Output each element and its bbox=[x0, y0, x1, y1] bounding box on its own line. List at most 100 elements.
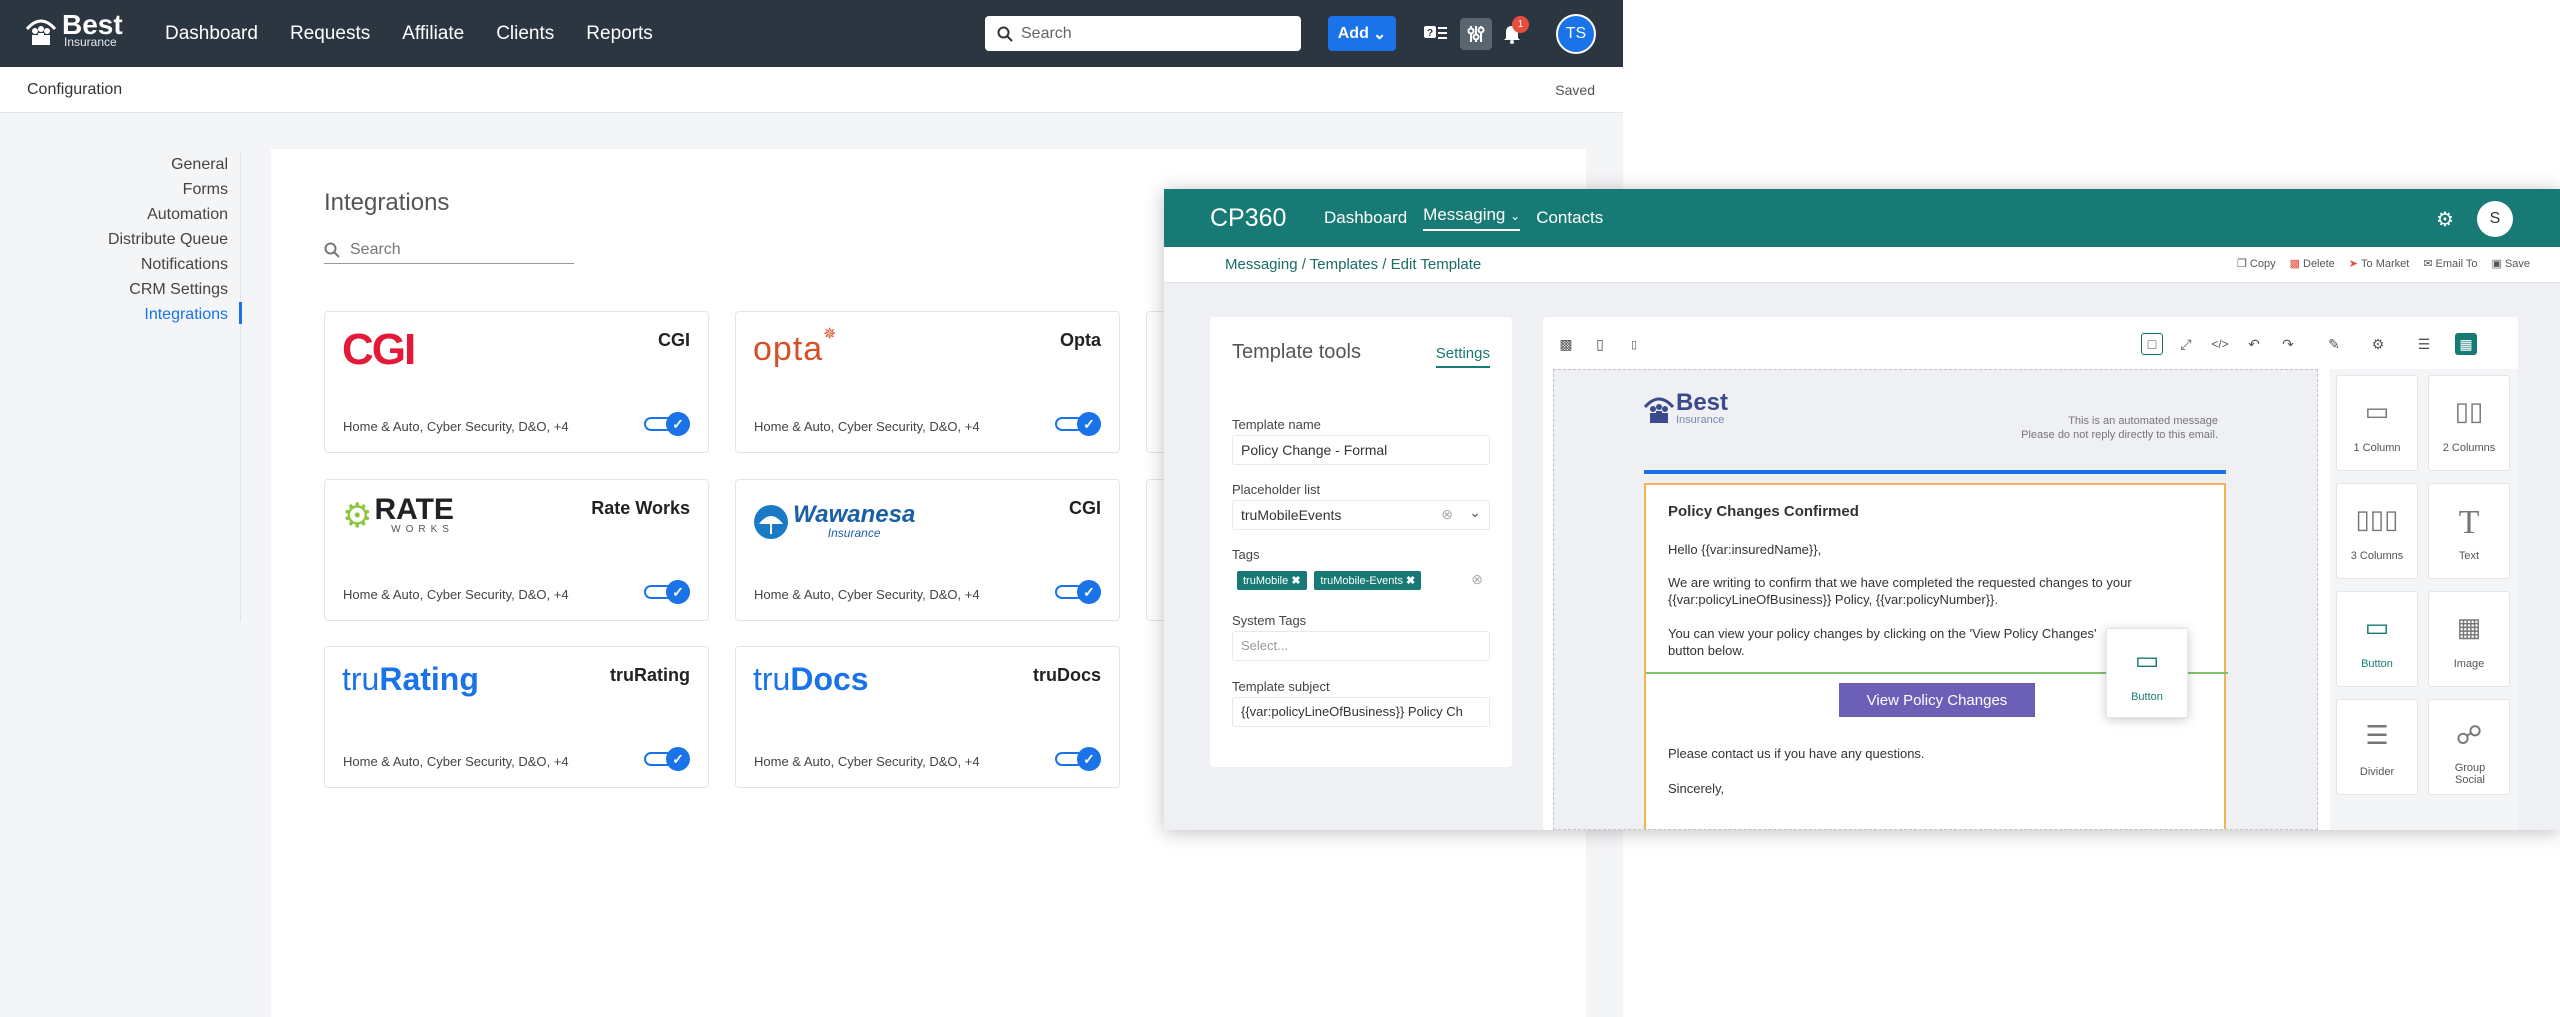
global-search-input[interactable]: Search bbox=[985, 16, 1301, 51]
cp-nav-dashboard[interactable]: Dashboard bbox=[1324, 208, 1407, 228]
sidenav-notifications[interactable]: Notifications bbox=[0, 252, 228, 277]
template-name-field[interactable]: Policy Change - Formal bbox=[1232, 435, 1490, 465]
nav-requests[interactable]: Requests bbox=[290, 23, 370, 45]
border-toggle-icon[interactable]: □ bbox=[2141, 333, 2163, 355]
block-text[interactable]: T Text bbox=[2428, 483, 2510, 579]
cp-nav-contacts[interactable]: Contacts bbox=[1536, 208, 1603, 228]
block-divider[interactable]: ☰ Divider bbox=[2336, 699, 2418, 795]
enable-toggle[interactable]: ✓ bbox=[644, 747, 690, 771]
template-subject-field[interactable]: {{var:policyLineOfBusiness}} Policy Ch bbox=[1232, 697, 1490, 727]
delete-button[interactable]: ▩ Delete bbox=[2290, 257, 2335, 270]
opta-logo: opta ✵ bbox=[753, 326, 836, 369]
fullscreen-icon[interactable]: ⤢ bbox=[2175, 333, 2197, 355]
notification-badge: 1 bbox=[1512, 16, 1529, 33]
desktop-icon[interactable]: ▩ bbox=[1555, 333, 1577, 355]
dragging-button-block[interactable]: ▭ Button bbox=[2106, 628, 2188, 718]
save-button[interactable]: ▣ Save bbox=[2492, 257, 2530, 270]
integration-card-opta[interactable]: opta ✵ Opta Home & Auto, Cyber Security,… bbox=[735, 311, 1120, 453]
close-icon[interactable]: ✖ bbox=[1406, 575, 1415, 587]
tags-field[interactable]: truMobile ✖ truMobile-Events ✖ ⊗ bbox=[1232, 565, 1490, 595]
to-market-button[interactable]: ➤ To Market bbox=[2349, 257, 2410, 270]
email-to-button[interactable]: ✉ Email To bbox=[2423, 257, 2477, 270]
sidenav-automation[interactable]: Automation bbox=[0, 202, 228, 227]
gear-icon[interactable]: ⚙ bbox=[2436, 207, 2454, 232]
block-label: 2 Columns bbox=[2442, 442, 2496, 454]
nav-reports[interactable]: Reports bbox=[586, 23, 653, 45]
close-icon[interactable]: ✖ bbox=[1291, 575, 1300, 587]
brush-icon[interactable]: ✎ bbox=[2323, 333, 2345, 355]
integrations-search-input[interactable]: Search bbox=[324, 237, 574, 264]
sidenav-forms[interactable]: Forms bbox=[0, 177, 228, 202]
redo-icon[interactable]: ↷ bbox=[2277, 333, 2299, 355]
cp-nav-messaging[interactable]: Messaging ⌄ bbox=[1423, 205, 1521, 231]
integration-card-rate-works[interactable]: ⚙ RATE WORKS Rate Works Home & Auto, Cyb… bbox=[324, 479, 709, 621]
check-icon: ✓ bbox=[666, 747, 690, 771]
sidenav-crm-settings[interactable]: CRM Settings bbox=[0, 277, 228, 302]
enable-toggle[interactable]: ✓ bbox=[1055, 580, 1101, 604]
integration-card-wawanesa[interactable]: Wawanesa Insurance CGI Home & Auto, Cybe… bbox=[735, 479, 1120, 621]
nav-clients[interactable]: Clients bbox=[496, 23, 554, 45]
wawanesa-logo-text: Wawanesa bbox=[793, 501, 916, 528]
nav-affiliate[interactable]: Affiliate bbox=[402, 23, 464, 45]
svg-text:?: ? bbox=[1427, 28, 1433, 39]
tag-chip[interactable]: truMobile ✖ bbox=[1237, 571, 1307, 590]
block-group-social[interactable]: ☍ Group Social bbox=[2428, 699, 2510, 795]
layers-icon[interactable]: ☰ bbox=[2413, 333, 2435, 355]
tag-chip[interactable]: truMobile-Events ✖ bbox=[1314, 571, 1422, 590]
enable-toggle[interactable]: ✓ bbox=[1055, 412, 1101, 436]
block-button[interactable]: ▭ Button bbox=[2336, 591, 2418, 687]
email-brand: Best bbox=[1676, 389, 1729, 416]
check-icon: ✓ bbox=[1077, 747, 1101, 771]
view-policy-changes-button[interactable]: View Policy Changes bbox=[1839, 683, 2035, 717]
email-heading[interactable]: Policy Changes Confirmed bbox=[1668, 503, 1859, 520]
nav-dashboard[interactable]: Dashboard bbox=[165, 23, 258, 45]
integration-card-cgi[interactable]: CGI CGI Home & Auto, Cyber Security, D&O… bbox=[324, 311, 709, 453]
blocks-icon[interactable]: ▦ bbox=[2455, 333, 2477, 355]
help-list-icon[interactable]: ? bbox=[1420, 18, 1452, 50]
enable-toggle[interactable]: ✓ bbox=[1055, 747, 1101, 771]
cgi-logo: CGI bbox=[342, 328, 416, 372]
block-2-columns[interactable]: ▯▯ 2 Columns bbox=[2428, 375, 2510, 471]
mobile-icon[interactable]: ▯ bbox=[1623, 333, 1645, 355]
undo-icon[interactable]: ↶ bbox=[2243, 333, 2265, 355]
code-icon[interactable]: </> bbox=[2209, 333, 2231, 355]
placeholder-list-value: truMobileEvents bbox=[1241, 507, 1342, 523]
cp360-logo[interactable]: CP360 bbox=[1210, 204, 1286, 233]
gear-icon[interactable]: ⚙ bbox=[2367, 333, 2389, 355]
sidenav-general[interactable]: General bbox=[0, 152, 228, 177]
block-3-columns[interactable]: ▯▯▯ 3 Columns bbox=[2336, 483, 2418, 579]
enable-toggle[interactable]: ✓ bbox=[644, 580, 690, 604]
block-image[interactable]: ▦ Image bbox=[2428, 591, 2510, 687]
settings-sliders-icon[interactable] bbox=[1460, 18, 1492, 50]
sidenav-distribute-queue[interactable]: Distribute Queue bbox=[0, 227, 228, 252]
wawanesa-logo-sub: Insurance bbox=[827, 526, 881, 540]
email-logo: Best Insurance bbox=[1642, 389, 1729, 426]
tab-settings[interactable]: Settings bbox=[1435, 345, 1490, 368]
enable-toggle[interactable]: ✓ bbox=[644, 412, 690, 436]
text-icon: T bbox=[2458, 504, 2480, 541]
chevron-down-icon[interactable]: ⌄ bbox=[1469, 504, 1481, 521]
add-button[interactable]: Add ⌄ bbox=[1328, 16, 1396, 51]
tablet-icon[interactable]: ▯ bbox=[1589, 333, 1611, 355]
email-para-1[interactable]: We are writing to confirm that we have c… bbox=[1668, 574, 2208, 608]
placeholder-list-select[interactable]: truMobileEvents ⊗ ⌄ bbox=[1232, 500, 1490, 530]
user-avatar[interactable]: TS bbox=[1556, 14, 1596, 54]
block-1-column[interactable]: ▭ 1 Column bbox=[2336, 375, 2418, 471]
copy-button[interactable]: ❐ Copy bbox=[2237, 257, 2276, 270]
email-para-3[interactable]: Please contact us if you have any questi… bbox=[1668, 745, 2208, 762]
card-name: CGI bbox=[1068, 498, 1101, 518]
best-insurance-logo[interactable]: Best Insurance bbox=[24, 11, 123, 48]
sidenav-integrations[interactable]: Integrations bbox=[0, 302, 228, 327]
integration-card-trudocs[interactable]: truDocs truDocs Home & Auto, Cyber Secur… bbox=[735, 646, 1120, 788]
email-para-2[interactable]: You can view your policy changes by clic… bbox=[1668, 625, 2128, 659]
email-canvas[interactable]: Best Insurance This is an automated mess… bbox=[1553, 369, 2318, 830]
system-tags-select[interactable]: Select... bbox=[1232, 631, 1490, 661]
cp-user-avatar[interactable]: S bbox=[2477, 201, 2513, 237]
breadcrumb[interactable]: Messaging / Templates / Edit Template bbox=[1225, 256, 1481, 273]
integration-card-trurating[interactable]: truRating truRating Home & Auto, Cyber S… bbox=[324, 646, 709, 788]
email-greeting[interactable]: Hello {{var:insuredName}}, bbox=[1668, 541, 2208, 558]
clear-icon[interactable]: ⊗ bbox=[1441, 506, 1453, 523]
trudocs-logo: truDocs bbox=[753, 661, 869, 698]
email-closing[interactable]: Sincerely, bbox=[1668, 780, 2208, 797]
clear-icon[interactable]: ⊗ bbox=[1471, 571, 1483, 588]
